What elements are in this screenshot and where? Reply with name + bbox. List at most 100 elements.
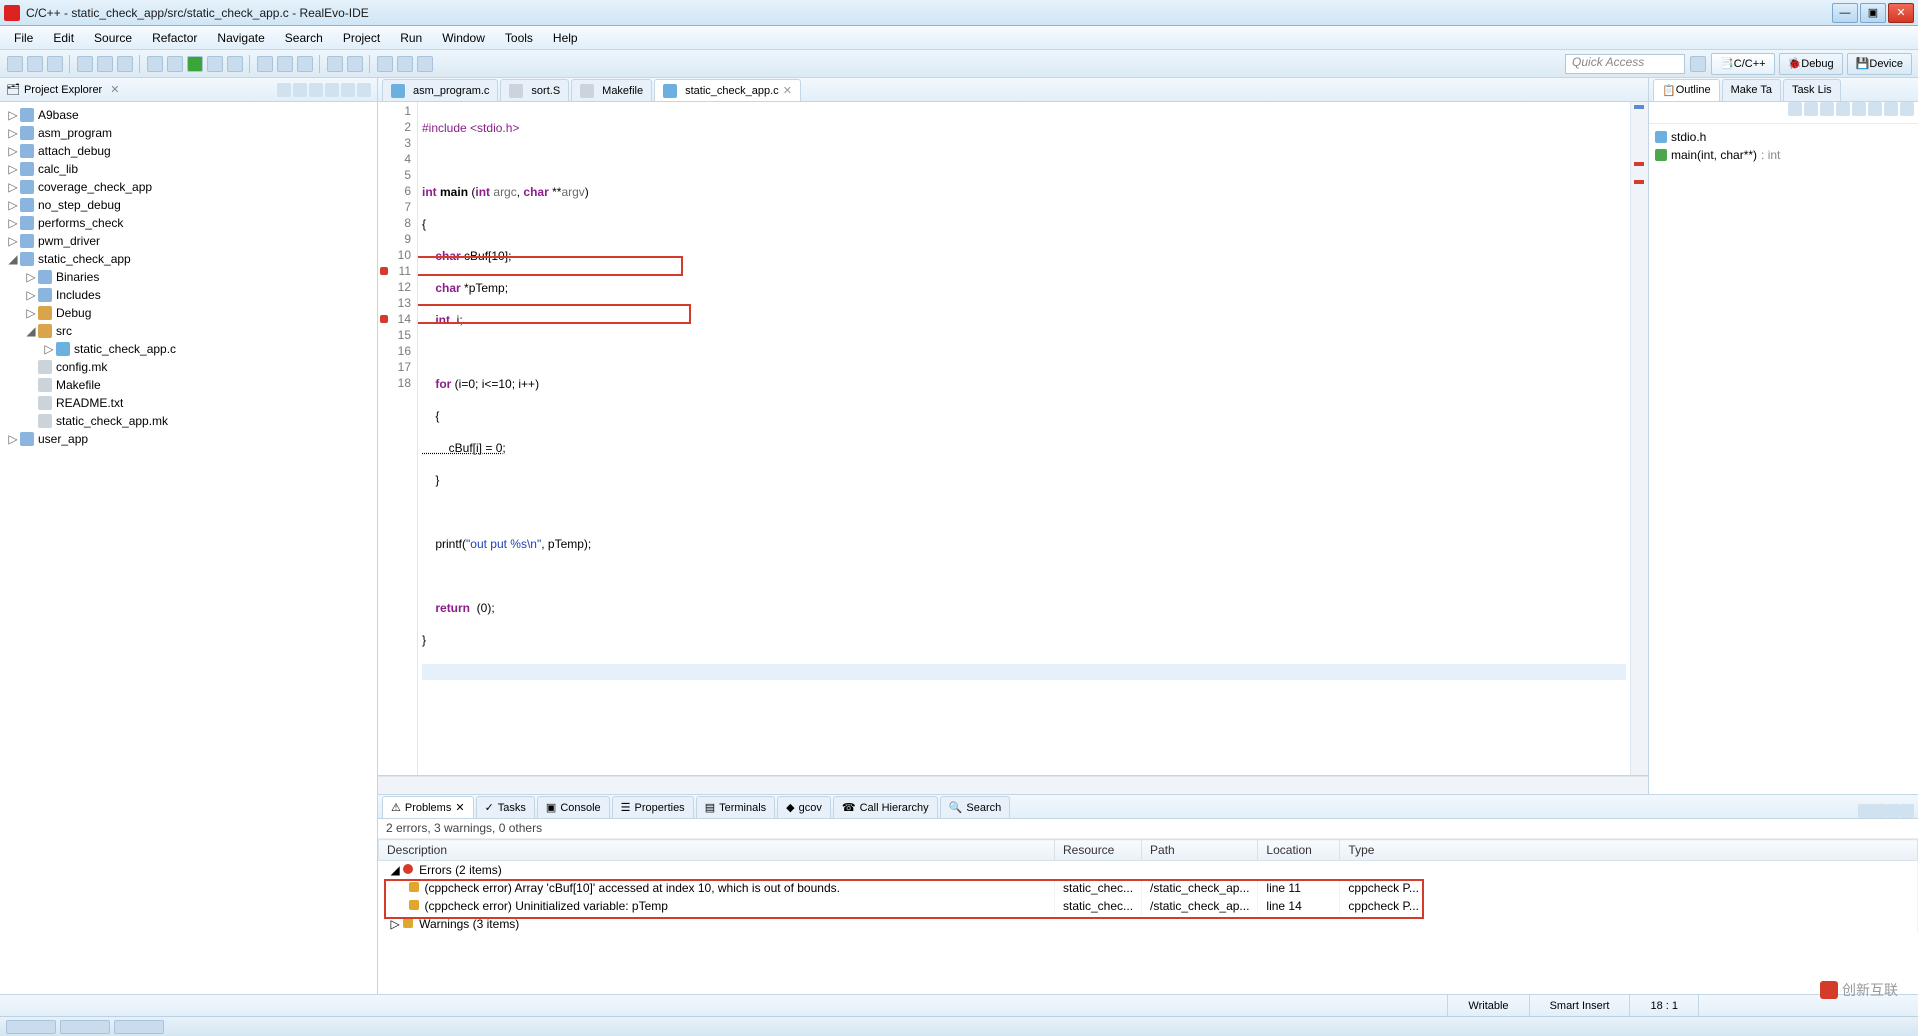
menu-window[interactable]: Window bbox=[432, 27, 495, 49]
focus-icon[interactable] bbox=[309, 83, 323, 97]
toolbar-build-icon[interactable] bbox=[77, 56, 93, 72]
view-menu-icon[interactable] bbox=[325, 83, 339, 97]
toolbar-saveall-icon[interactable] bbox=[47, 56, 63, 72]
tab-problems[interactable]: ⚠ Problems ✕ bbox=[382, 796, 474, 818]
tab-sort[interactable]: sort.S bbox=[500, 79, 569, 101]
tab-make-targets[interactable]: Make Ta bbox=[1722, 79, 1781, 101]
minimize-view-icon[interactable] bbox=[341, 83, 355, 97]
col-description[interactable]: Description bbox=[379, 840, 1055, 861]
col-path[interactable]: Path bbox=[1142, 840, 1258, 861]
toolbar-box-icon[interactable] bbox=[297, 56, 313, 72]
problems-menu-icon[interactable] bbox=[1872, 804, 1886, 818]
tree-item[interactable]: ▷Includes bbox=[0, 286, 377, 304]
toolbar-bug-icon[interactable] bbox=[167, 56, 183, 72]
toolbar-outline-icon[interactable] bbox=[327, 56, 343, 72]
tab-tasks[interactable]: ✓ Tasks bbox=[476, 796, 535, 818]
tab-task-list[interactable]: Task Lis bbox=[1783, 79, 1841, 101]
tab-gcov[interactable]: ◆ gcov bbox=[777, 796, 831, 818]
tab-console[interactable]: ▣ Console bbox=[537, 796, 610, 818]
tab-outline[interactable]: 📋 Outline bbox=[1653, 79, 1720, 101]
outline-menu-icon[interactable] bbox=[1868, 102, 1882, 116]
menu-source[interactable]: Source bbox=[84, 27, 142, 49]
menu-project[interactable]: Project bbox=[333, 27, 390, 49]
close-icon[interactable]: ✕ bbox=[110, 83, 119, 96]
tree-item[interactable]: ▷Binaries bbox=[0, 268, 377, 286]
maximize-view-icon[interactable] bbox=[357, 83, 371, 97]
menu-file[interactable]: File bbox=[4, 27, 43, 49]
tree-item[interactable]: README.txt bbox=[0, 394, 377, 412]
problems-min-icon[interactable] bbox=[1886, 804, 1900, 818]
taskbar-item[interactable] bbox=[6, 1020, 56, 1034]
editor-scrollbar-horizontal[interactable] bbox=[378, 776, 1648, 794]
menu-refactor[interactable]: Refactor bbox=[142, 27, 207, 49]
tab-search[interactable]: 🔍 Search bbox=[940, 796, 1011, 818]
tree-item[interactable]: ▷calc_lib bbox=[0, 160, 377, 178]
toolbar-target-icon[interactable] bbox=[117, 56, 133, 72]
close-icon[interactable]: ✕ bbox=[783, 84, 792, 97]
outline-focus-icon[interactable] bbox=[1852, 102, 1866, 116]
tree-item[interactable]: ▷no_step_debug bbox=[0, 196, 377, 214]
outline-group-icon[interactable] bbox=[1836, 102, 1850, 116]
perspective-device[interactable]: 💾 Device bbox=[1847, 53, 1912, 75]
minimize-button[interactable]: — bbox=[1832, 3, 1858, 23]
perspective-debug[interactable]: 🐞 Debug bbox=[1779, 53, 1843, 75]
tree-item[interactable]: ▷attach_debug bbox=[0, 142, 377, 160]
outline-item[interactable]: main(int, char**) : int bbox=[1655, 146, 1912, 164]
editor-code[interactable]: #include <stdio.h> int main (int argc, c… bbox=[418, 102, 1630, 775]
menu-help[interactable]: Help bbox=[543, 27, 588, 49]
toolbar-print-icon[interactable] bbox=[417, 56, 433, 72]
problem-row[interactable]: (cppcheck error) Uninitialized variable:… bbox=[379, 897, 1918, 915]
toolbar-save-icon[interactable] bbox=[27, 56, 43, 72]
problems-filter-icon[interactable] bbox=[1858, 804, 1872, 818]
problems-table[interactable]: Description Resource Path Location Type … bbox=[378, 839, 1918, 994]
toolbar-new-icon[interactable] bbox=[7, 56, 23, 72]
outline-max-icon[interactable] bbox=[1900, 102, 1914, 116]
toolbar-search-icon[interactable] bbox=[277, 56, 293, 72]
taskbar-item[interactable] bbox=[114, 1020, 164, 1034]
tab-static-check-app[interactable]: static_check_app.c✕ bbox=[654, 79, 801, 101]
tree-item[interactable]: ▷pwm_driver bbox=[0, 232, 377, 250]
tree-item[interactable]: ▷Debug bbox=[0, 304, 377, 322]
problem-row[interactable]: (cppcheck error) Array 'cBuf[10]' access… bbox=[379, 879, 1918, 897]
col-resource[interactable]: Resource bbox=[1055, 840, 1142, 861]
quick-access-input[interactable]: Quick Access bbox=[1565, 54, 1685, 74]
toolbar-debug-icon[interactable] bbox=[147, 56, 163, 72]
outline-hide-icon[interactable] bbox=[1820, 102, 1834, 116]
tree-item[interactable]: ◢src bbox=[0, 322, 377, 340]
tree-item[interactable]: ▷static_check_app.c bbox=[0, 340, 377, 358]
toolbar-ext-icon[interactable] bbox=[227, 56, 243, 72]
toolbar-run-icon[interactable] bbox=[187, 56, 203, 72]
tree-item[interactable]: ▷coverage_check_app bbox=[0, 178, 377, 196]
menu-run[interactable]: Run bbox=[390, 27, 432, 49]
tree-item[interactable]: Makefile bbox=[0, 376, 377, 394]
toolbar-pin-icon[interactable] bbox=[347, 56, 363, 72]
problems-max-icon[interactable] bbox=[1900, 804, 1914, 818]
tab-properties[interactable]: ☰ Properties bbox=[612, 796, 694, 818]
toolbar-back-icon[interactable] bbox=[377, 56, 393, 72]
taskbar-item[interactable] bbox=[60, 1020, 110, 1034]
menu-search[interactable]: Search bbox=[275, 27, 333, 49]
errors-category[interactable]: ◢ Errors (2 items) bbox=[379, 861, 1918, 880]
warnings-category[interactable]: ▷ Warnings (3 items) bbox=[379, 915, 1918, 933]
project-tree[interactable]: ▷A9base▷asm_program▷attach_debug▷calc_li… bbox=[0, 102, 377, 994]
tab-terminals[interactable]: ▤ Terminals bbox=[696, 796, 775, 818]
menu-navigate[interactable]: Navigate bbox=[207, 27, 274, 49]
collapse-all-icon[interactable] bbox=[277, 83, 291, 97]
toolbar-forward-icon[interactable] bbox=[397, 56, 413, 72]
maximize-button[interactable]: ▣ bbox=[1860, 3, 1886, 23]
tree-item[interactable]: ▷A9base bbox=[0, 106, 377, 124]
col-location[interactable]: Location bbox=[1258, 840, 1340, 861]
tab-asm-program[interactable]: asm_program.c bbox=[382, 79, 498, 101]
menu-edit[interactable]: Edit bbox=[43, 27, 84, 49]
tree-item[interactable]: ▷performs_check bbox=[0, 214, 377, 232]
toolbar-open-icon[interactable] bbox=[257, 56, 273, 72]
perspective-ccpp[interactable]: 📑 C/C++ bbox=[1711, 53, 1775, 75]
toolbar-hammer-icon[interactable] bbox=[97, 56, 113, 72]
outline-sort-icon[interactable] bbox=[1788, 102, 1802, 116]
editor-scrollbar-vertical[interactable] bbox=[1630, 102, 1648, 775]
close-icon[interactable]: ✕ bbox=[455, 801, 464, 814]
menu-tools[interactable]: Tools bbox=[495, 27, 543, 49]
outline-min-icon[interactable] bbox=[1884, 102, 1898, 116]
tree-item[interactable]: ◢static_check_app bbox=[0, 250, 377, 268]
outline-item[interactable]: stdio.h bbox=[1655, 128, 1912, 146]
